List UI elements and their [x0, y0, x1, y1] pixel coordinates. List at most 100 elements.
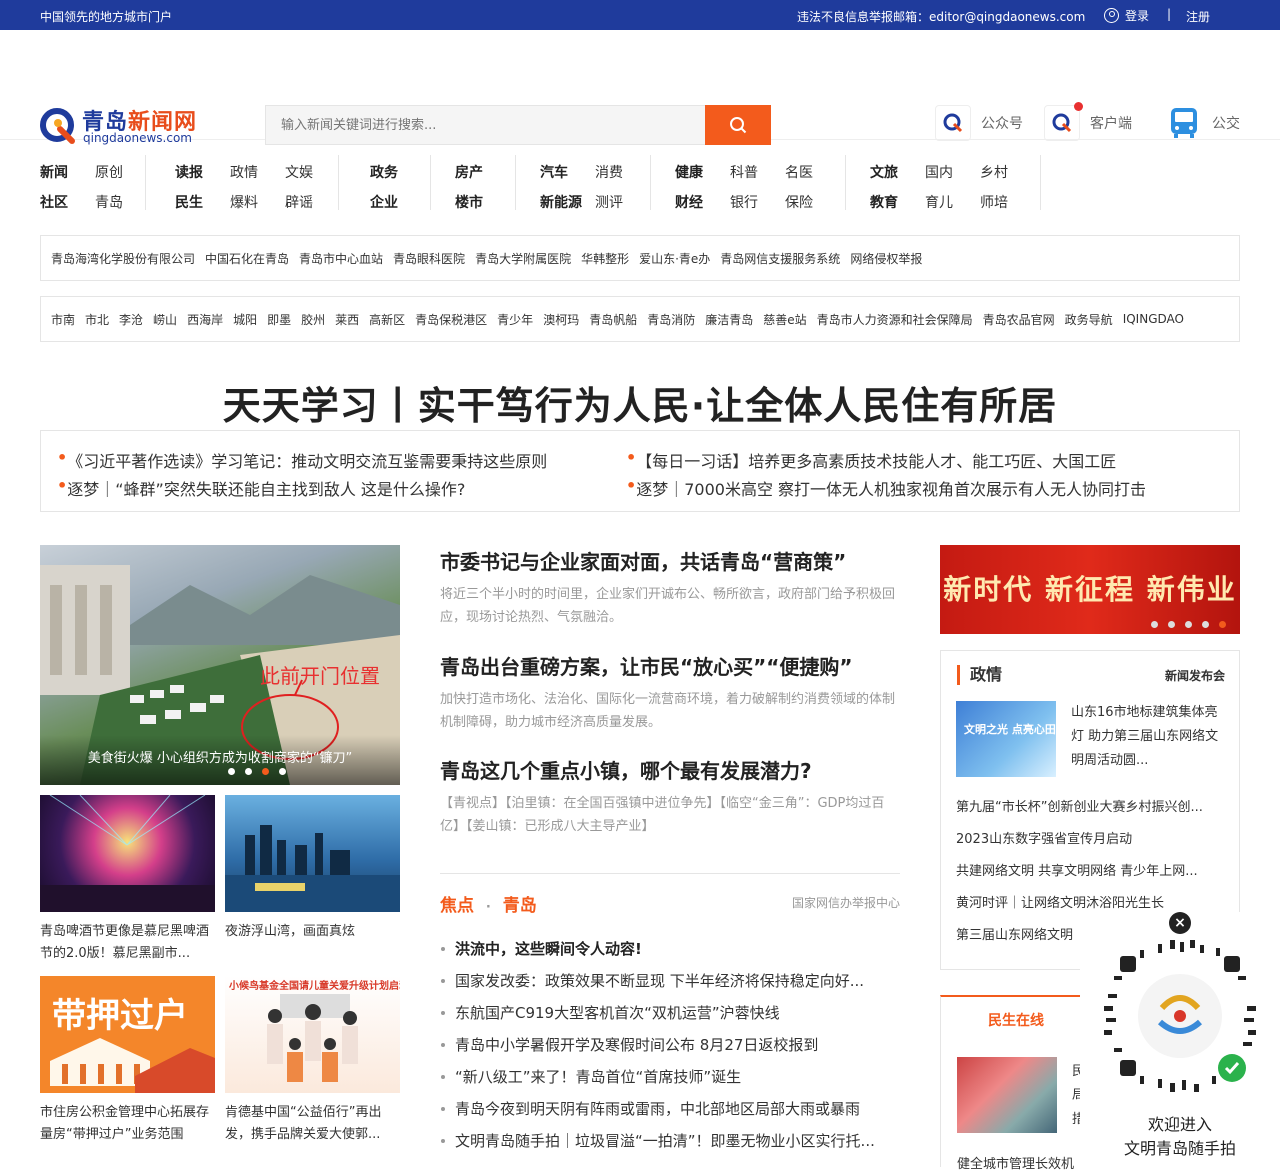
headline-item[interactable]: • 逐梦｜7000米高空 察打一体无人机独家视角首次展示有人无人协同打击 [626, 476, 1146, 499]
list-item[interactable]: 青岛中小学暑假开学及寒假时间公布 8月27日返校报到 [440, 1034, 900, 1066]
partner-link[interactable]: 中国石化在青岛 [205, 250, 289, 267]
nav-item[interactable]: 汽车 [540, 162, 568, 182]
nav-item[interactable]: 读报 [175, 162, 203, 182]
nav-item[interactable]: 原创 [95, 162, 123, 182]
nav-item[interactable]: 教育 [870, 192, 898, 212]
main-news-desc[interactable]: 【青视点】【泊里镇：在全国百强镇中进位争先】【临空“金三角”：GDP均过百亿】【… [440, 792, 900, 838]
search-button[interactable] [705, 105, 771, 145]
close-icon[interactable]: × [1169, 912, 1191, 934]
nav-item[interactable]: 新能源 [540, 192, 582, 212]
district-link[interactable]: 慈善e站 [763, 311, 806, 328]
nav-item[interactable]: 消费 [595, 162, 623, 182]
banner-dot-active[interactable] [1219, 621, 1226, 628]
district-link[interactable]: 市南 [51, 311, 75, 328]
district-link[interactable]: 西海岸 [187, 311, 223, 328]
district-link[interactable]: 莱西 [335, 311, 359, 328]
thumb-kfc[interactable]: 小候鸟基金全国请儿童关爱升级计划启动 [225, 976, 400, 1093]
district-link[interactable]: 廉洁青岛 [705, 311, 753, 328]
district-link[interactable]: 市北 [85, 311, 109, 328]
thumb-fushan-bay[interactable] [225, 795, 400, 912]
nav-item[interactable]: 文娱 [285, 162, 313, 182]
district-link[interactable]: 政务导航 [1065, 311, 1113, 328]
app-client-link[interactable]: 客户端 [1044, 102, 1132, 141]
nav-item[interactable]: 楼市 [455, 192, 483, 212]
partner-link[interactable]: 网络侵权举报 [850, 250, 922, 267]
partner-link[interactable]: 爱山东·青e办 [639, 250, 710, 267]
nav-item[interactable]: 师培 [980, 192, 1008, 212]
banner-dot[interactable] [1185, 621, 1192, 628]
register-link[interactable]: 注册 [1186, 8, 1210, 25]
thumb-caption[interactable]: 夜游浮山湾，画面真炫 [225, 921, 400, 943]
partner-link[interactable]: 华韩整形 [581, 250, 629, 267]
partner-link[interactable]: 青岛眼科医院 [393, 250, 465, 267]
minsheng-caption[interactable]: 健全城市管理长效机 [957, 1153, 1074, 1172]
nav-item[interactable]: 政情 [230, 162, 258, 182]
nav-item[interactable]: 银行 [730, 192, 758, 212]
partner-link[interactable]: 青岛大学附属医院 [475, 250, 571, 267]
bus-link[interactable]: 公交 [1166, 105, 1240, 141]
zhengqing-image[interactable]: 文明之光 点亮心田 [956, 701, 1056, 777]
district-link[interactable]: 青岛帆船 [589, 311, 637, 328]
partner-link[interactable]: 青岛网信支援服务系统 [720, 250, 840, 267]
list-item[interactable]: 东航国产C919大型客机首次“双机运营”沪蓉快线 [440, 1002, 900, 1034]
wechat-account-link[interactable]: 公众号 [935, 105, 1023, 141]
headline-item[interactable]: • 逐梦｜“蜂群”突然失联还能自主找到敌人 这是什么操作? [57, 476, 465, 499]
list-item[interactable]: 国家发改委：政策效果不断显现 下半年经济将保持稳定向好... [440, 970, 900, 1002]
carousel-dot-active[interactable] [262, 768, 269, 775]
nav-item[interactable]: 科普 [730, 162, 758, 182]
nav-item[interactable]: 财经 [675, 192, 703, 212]
cac-report-link[interactable]: 国家网信办举报中心 [792, 894, 900, 911]
nav-item[interactable]: 民生 [175, 192, 203, 212]
nav-item[interactable]: 爆料 [230, 192, 258, 212]
district-link[interactable]: 青少年 [497, 311, 533, 328]
thumb-mortgage[interactable]: 带押过户 [40, 976, 215, 1093]
carousel-dot[interactable] [245, 768, 252, 775]
district-link[interactable]: 崂山 [153, 311, 177, 328]
headline-item[interactable]: • 《习近平著作选读》学习笔记：推动文明交流互鉴需要秉持这些原则 [57, 448, 547, 471]
main-news-title[interactable]: 市委书记与企业家面对面，共话青岛“营商策” [440, 546, 846, 575]
nav-item[interactable]: 青岛 [95, 192, 123, 212]
report-email-link[interactable]: 违法不良信息举报邮箱：editor@qingdaonews.com [797, 8, 1085, 25]
search-input[interactable] [266, 106, 706, 144]
new-era-banner[interactable]: 新时代 新征程 新伟业 [940, 545, 1240, 634]
nav-item[interactable]: 保险 [785, 192, 813, 212]
district-link[interactable]: 即墨 [267, 311, 291, 328]
district-link[interactable]: 澳柯玛 [543, 311, 579, 328]
carousel-dot[interactable] [228, 768, 235, 775]
nav-item[interactable]: 健康 [675, 162, 703, 182]
thumb-caption[interactable]: 青岛啤酒节更像是慕尼黑啤酒节的2.0版！慕尼黑副市... [40, 921, 215, 965]
top-headline[interactable]: 天天学习丨实干笃行为人民·让全体人民住有所居 [0, 375, 1280, 430]
press-conference-link[interactable]: 新闻发布会 [1165, 667, 1225, 684]
banner-dot[interactable] [1168, 621, 1175, 628]
minsheng-image[interactable] [957, 1057, 1057, 1133]
list-item[interactable]: 第九届“市长杯”创新创业大赛乡村振兴创... [956, 796, 1226, 828]
banner-dot[interactable] [1202, 621, 1209, 628]
headline-item[interactable]: • 【每日一习话】培养更多高素质技术技能人才、能工巧匠、大国工匠 [626, 448, 1116, 471]
list-item[interactable]: “新八级工”来了！青岛首位“首席技师”诞生 [440, 1066, 900, 1098]
tab-qingdao[interactable]: 青岛 [503, 896, 537, 916]
feature-news[interactable]: 山东16市地标建筑集体亮灯 助力第三届山东网络文明周活动圆... [1071, 701, 1221, 773]
nav-item[interactable]: 乡村 [980, 162, 1008, 182]
nav-item[interactable]: 育儿 [925, 192, 953, 212]
district-link[interactable]: 青岛保税港区 [415, 311, 487, 328]
nav-item[interactable]: 政务 [370, 162, 398, 182]
thumb-beer-festival[interactable] [40, 795, 215, 912]
district-link[interactable]: IQINGDAO [1123, 312, 1184, 326]
nav-item[interactable]: 社区 [40, 192, 68, 212]
thumb-caption[interactable]: 市住房公积金管理中心拓展存量房“带押过户”业务范围 [40, 1102, 215, 1146]
list-item[interactable]: 2023山东数字强省宣传月启动 [956, 828, 1226, 860]
list-item[interactable]: 洪流中，这些瞬间令人动容! [440, 938, 900, 970]
district-link[interactable]: 城阳 [233, 311, 257, 328]
banner-dot[interactable] [1151, 621, 1158, 628]
nav-item[interactable]: 新闻 [40, 162, 68, 182]
login-link[interactable]: 登录 [1104, 7, 1149, 24]
list-item[interactable]: 青岛今夜到明天阴有阵雨或雷雨，中北部地区局部大雨或暴雨 [440, 1098, 900, 1130]
main-news-title[interactable]: 青岛这几个重点小镇，哪个最有发展潜力? [440, 755, 812, 784]
district-link[interactable]: 青岛农品官网 [983, 311, 1055, 328]
nav-item[interactable]: 辟谣 [285, 192, 313, 212]
nav-item[interactable]: 国内 [925, 162, 953, 182]
list-item[interactable]: 文明青岛随手拍｜垃圾冒溢“一拍清”！即墨无物业小区实行托... [440, 1130, 900, 1162]
carousel-dot[interactable] [279, 768, 286, 775]
nav-item[interactable]: 文旅 [870, 162, 898, 182]
thumb-caption[interactable]: 肯德基中国“公益佰行”再出发，携手品牌关爱大使郭... [225, 1102, 400, 1146]
